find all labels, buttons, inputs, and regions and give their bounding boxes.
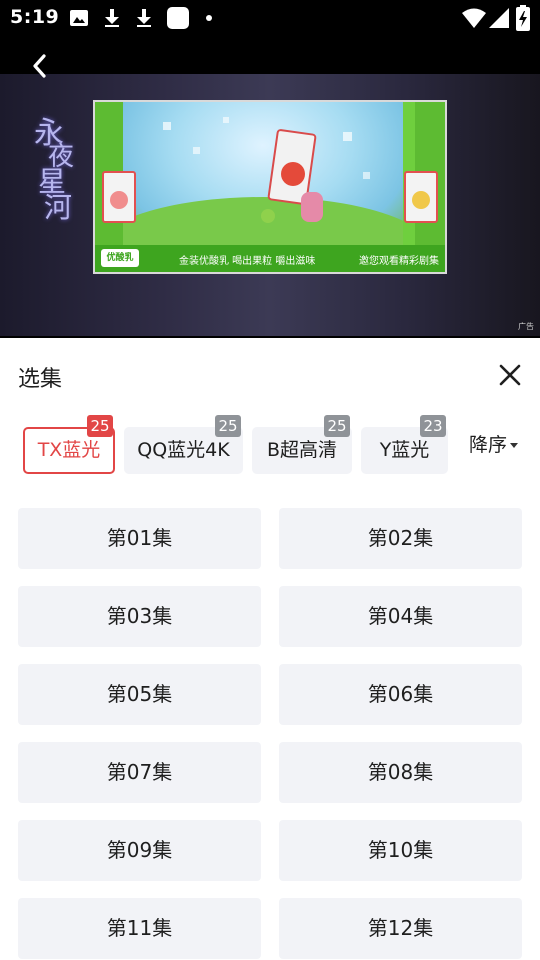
ad-slogan: 金装优酸乳 喝出果粒 嚼出滋味 [179,256,316,267]
episode-button[interactable]: 第10集 [279,820,522,881]
episode-button[interactable]: 第12集 [279,898,522,959]
show-logo: 永 夜 星 河 [26,108,96,224]
source-tab-label: B超高清 [266,439,338,461]
panel-title: 选集 [18,367,63,392]
download-icon [105,9,119,27]
signal-icon [489,8,509,28]
status-time: 5:19 [10,6,60,28]
source-tab-label: Y蓝光 [379,439,430,461]
ad-illustration [95,117,433,272]
sort-toggle[interactable]: 降序 [469,430,519,457]
episode-count-badge: 25 [87,415,113,437]
episode-button[interactable]: 第06集 [279,664,522,725]
source-tab-b[interactable]: B超高清 25 [252,415,352,474]
source-tab-label: QQ蓝光4K [137,439,230,461]
episode-button[interactable]: 第01集 [18,508,261,569]
ad-banner[interactable]: 优酸乳 金装优酸乳 喝出果粒 嚼出滋味 邀您观看精彩剧集 [93,100,447,274]
download-icon [137,9,151,27]
battery-icon [516,5,530,31]
status-bar: 5:19 [0,0,540,36]
source-tab-qq[interactable]: QQ蓝光4K 25 [124,415,243,474]
ad-product-right [404,171,438,223]
source-tab-tx[interactable]: TX蓝光 25 [23,415,115,474]
caret-down-icon [510,443,519,448]
sort-label: 降序 [469,434,508,456]
back-icon[interactable] [24,50,56,82]
source-tab-y[interactable]: Y蓝光 23 [361,415,448,474]
episode-button[interactable]: 第09集 [18,820,261,881]
video-player[interactable]: 永 夜 星 河 优酸乳 金装优酸乳 喝出果粒 嚼出滋味 邀您观看精彩剧集 广告 [0,36,540,338]
app-square-icon [167,7,189,29]
ad-invite-text: 邀您观看精彩剧集 [359,256,439,267]
ad-caption-bar: 优酸乳 金装优酸乳 喝出果粒 嚼出滋味 邀您观看精彩剧集 [95,245,445,272]
close-icon[interactable] [494,359,526,391]
dot-icon [206,15,212,21]
episode-button[interactable]: 第02集 [279,508,522,569]
ad-badge: 广告 [518,322,534,331]
source-tab-label: TX蓝光 [37,439,101,461]
wifi-icon [462,8,486,28]
show-logo-char: 河 [44,191,73,224]
ad-image [95,102,433,272]
episode-button[interactable]: 第07集 [18,742,261,803]
ad-brand-logo: 优酸乳 [101,249,139,267]
image-icon [70,10,88,26]
episode-button[interactable]: 第05集 [18,664,261,725]
episode-button[interactable]: 第04集 [279,586,522,647]
ad-product-left [102,171,136,223]
episode-button[interactable]: 第08集 [279,742,522,803]
episode-count-badge: 25 [324,415,350,437]
episode-panel: 选集 TX蓝光 25 QQ蓝光4K 25 B超高清 25 Y蓝光 23 降序 第… [0,338,540,960]
source-tabs: TX蓝光 25 QQ蓝光4K 25 B超高清 25 Y蓝光 23 降序 [0,415,540,476]
episode-button[interactable]: 第03集 [18,586,261,647]
episode-count-badge: 23 [420,415,446,437]
episode-count-badge: 25 [215,415,241,437]
episode-button[interactable]: 第11集 [18,898,261,959]
